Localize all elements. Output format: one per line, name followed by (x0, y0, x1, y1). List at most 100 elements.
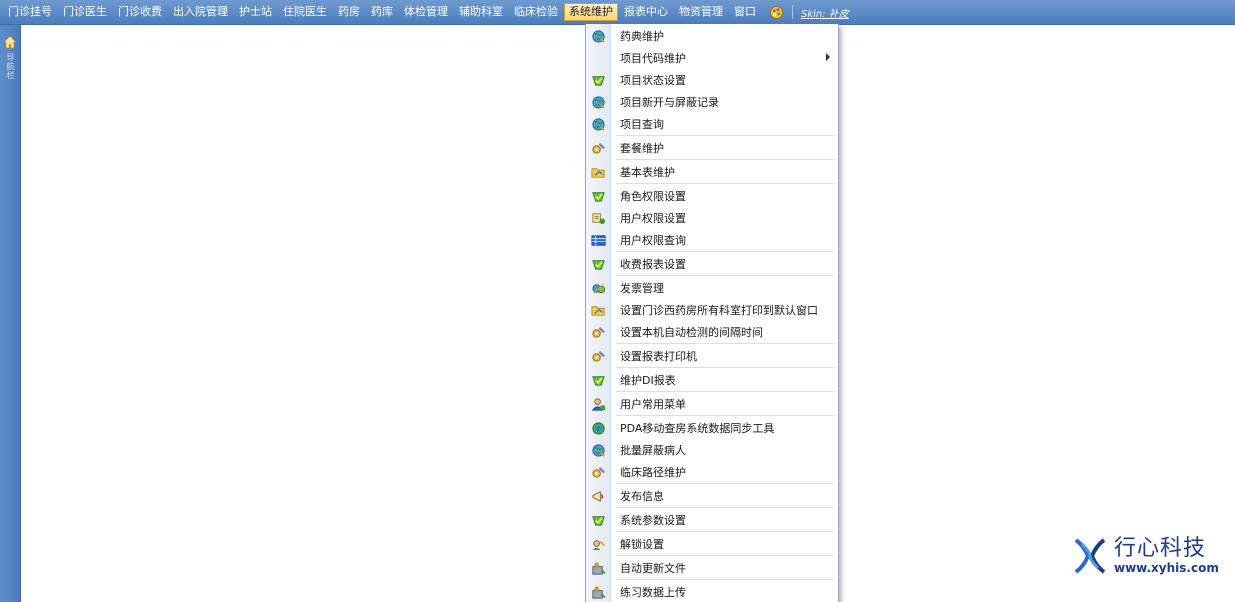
menu-item-report-printer[interactable]: 设置报表打印机 (586, 345, 838, 367)
menu-item-label: 设置报表打印机 (620, 350, 697, 363)
menu-item-label: 项目查询 (620, 118, 664, 131)
navigation-sidebar[interactable]: 导航栏 (0, 25, 21, 602)
main-menubar: 门诊挂号 门诊医生 门诊收费 出入院管理 护士站 住院医生 药房 药库 体检管理… (0, 0, 1235, 25)
menu-item-di-report[interactable]: 维护DI报表 (586, 369, 838, 391)
update-icon (586, 557, 610, 579)
menu-separator (616, 531, 834, 532)
menu-outpatient-doctor[interactable]: 门诊医生 (58, 3, 112, 21)
menu-report-center[interactable]: 报表中心 (619, 3, 673, 21)
menu-item-label: 临床路径维护 (620, 466, 686, 479)
menu-window[interactable]: 窗口 (729, 3, 761, 21)
menu-item-clinical-pathway[interactable]: 临床路径维护 (586, 461, 838, 483)
menu-item-base-table-maintenance[interactable]: 基本表维护 (586, 161, 838, 183)
menu-item-pda-sync-tool[interactable]: PDA移动查房系统数据同步工具 (586, 417, 838, 439)
menu-item-label: 用户权限查询 (620, 234, 686, 247)
menu-outpatient-billing[interactable]: 门诊收费 (113, 3, 167, 21)
check-leaf-icon (586, 253, 610, 275)
menu-admission-discharge[interactable]: 出入院管理 (168, 3, 233, 21)
menu-separator (616, 507, 834, 508)
menu-separator (616, 183, 834, 184)
menu-item-pharmacopoeia[interactable]: 药典维护 (586, 25, 838, 47)
menu-item-user-permission[interactable]: 用户权限设置 (586, 207, 838, 229)
watermark-text: 行心科技 www.xyhis.com (1114, 536, 1219, 576)
table-icon (586, 229, 610, 251)
menu-inpatient-doctor[interactable]: 住院医生 (278, 3, 332, 21)
menu-item-item-status[interactable]: 项目状态设置 (586, 69, 838, 91)
menu-item-user-favorites[interactable]: 用户常用菜单 (586, 393, 838, 415)
menu-item-label: 发布信息 (620, 490, 664, 503)
menu-separator (616, 251, 834, 252)
globe-icon (586, 25, 610, 47)
menu-item-batch-block-patients[interactable]: 批量屏蔽病人 (586, 439, 838, 461)
menu-item-invoice-management[interactable]: 发票管理 (586, 277, 838, 299)
menu-item-package-maintenance[interactable]: 套餐维护 (586, 137, 838, 159)
menu-item-billing-report-settings[interactable]: 收费报表设置 (586, 253, 838, 275)
menu-separator (616, 135, 834, 136)
tools-icon (586, 345, 610, 367)
menu-item-label: 用户常用菜单 (620, 398, 686, 411)
menu-materials[interactable]: 物资管理 (674, 3, 728, 21)
menu-outpatient-registration[interactable]: 门诊挂号 (3, 3, 57, 21)
menu-separator (616, 367, 834, 368)
menu-item-set-default-print-window[interactable]: 设置门诊西药房所有科室打印到默认窗口 (586, 299, 838, 321)
invoice-icon (586, 277, 610, 299)
update-icon (586, 581, 610, 602)
folder-icon (586, 299, 610, 321)
megaphone-icon (586, 485, 610, 507)
menu-item-label: 维护DI报表 (620, 374, 676, 387)
skin-palette-icon[interactable] (768, 4, 784, 20)
menu-item-label: 自动更新文件 (620, 562, 686, 575)
dropdown-icon-1 (586, 47, 610, 69)
menu-item-label: 解锁设置 (620, 538, 664, 551)
home-icon[interactable] (3, 34, 17, 49)
menu-auxiliary-dept[interactable]: 辅助科室 (454, 3, 508, 21)
globe-icon (586, 91, 610, 113)
menu-item-label: 套餐维护 (620, 142, 664, 155)
check-leaf-icon (586, 369, 610, 391)
menu-system-maintenance[interactable]: 系统维护 (564, 3, 618, 21)
submenu-arrow-icon (826, 53, 830, 61)
menu-separator (616, 275, 834, 276)
menu-item-label: 批量屏蔽病人 (620, 444, 686, 457)
menu-separator (616, 415, 834, 416)
unlock-icon (586, 533, 610, 555)
menu-item-item-query[interactable]: 项目查询 (586, 113, 838, 135)
menu-separator (616, 483, 834, 484)
menu-physical-exam[interactable]: 体检管理 (399, 3, 453, 21)
menu-item-label: 设置门诊西药房所有科室打印到默认窗口 (620, 304, 818, 317)
menu-item-label: 收费报表设置 (620, 258, 686, 271)
sync-globe-icon (586, 417, 610, 439)
menu-item-label: 项目新开与屏蔽记录 (620, 96, 719, 109)
menu-separator (616, 555, 834, 556)
user-icon (586, 393, 610, 415)
sidebar-label: 导航栏 (6, 53, 15, 80)
menu-nurse-station[interactable]: 护士站 (234, 3, 277, 21)
skin-selector-link[interactable]: Skin: 补皮 (801, 5, 849, 20)
menu-item-user-permission-query[interactable]: 用户权限查询 (586, 229, 838, 251)
menu-item-practice-data-upload[interactable]: 练习数据上传 (586, 581, 838, 602)
check-leaf-icon (586, 185, 610, 207)
company-name: 行心科技 (1114, 536, 1207, 561)
menu-item-auto-update-files[interactable]: 自动更新文件 (586, 557, 838, 579)
menu-item-unlock-settings[interactable]: 解锁设置 (586, 533, 838, 555)
menu-separator (616, 579, 834, 580)
menu-item-label: 设置本机自动检测的间隔时间 (620, 326, 763, 339)
menu-item-item-new-block-log[interactable]: 项目新开与屏蔽记录 (586, 91, 838, 113)
menu-item-label: 项目状态设置 (620, 74, 686, 87)
menu-drug-warehouse[interactable]: 药库 (366, 3, 398, 21)
tools-icon (586, 137, 610, 159)
menu-item-auto-detect-interval[interactable]: 设置本机自动检测的间隔时间 (586, 321, 838, 343)
menu-item-label: 角色权限设置 (620, 190, 686, 203)
menu-item-label: 系统参数设置 (620, 514, 686, 527)
tools-icon (586, 321, 610, 343)
menu-separator (616, 343, 834, 344)
menu-item-system-parameters[interactable]: 系统参数设置 (586, 509, 838, 531)
menu-clinical-lab[interactable]: 临床检验 (509, 3, 563, 21)
menu-item-label: 基本表维护 (620, 166, 675, 179)
menu-item-label: 练习数据上传 (620, 586, 686, 599)
app-window: 门诊挂号 门诊医生 门诊收费 出入院管理 护士站 住院医生 药房 药库 体检管理… (0, 0, 1235, 602)
menu-item-publish-info[interactable]: 发布信息 (586, 485, 838, 507)
menu-pharmacy[interactable]: 药房 (333, 3, 365, 21)
menu-item-role-permission[interactable]: 角色权限设置 (586, 185, 838, 207)
menu-item-item-code-maintenance[interactable]: 项目代码维护 (586, 47, 838, 69)
